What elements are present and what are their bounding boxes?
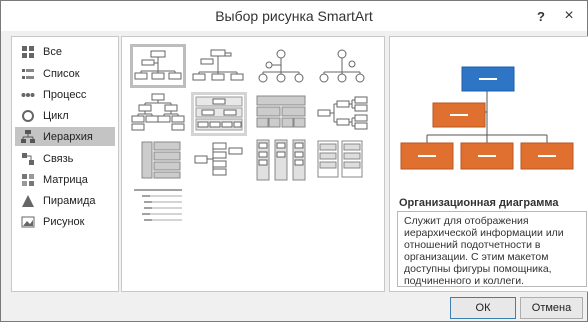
layout-thumbnail-labeled-horizontal[interactable] — [130, 138, 186, 182]
all-icon — [21, 45, 35, 59]
layout-thumbnail-org-chart[interactable] — [130, 44, 186, 88]
matrix-icon — [21, 173, 35, 187]
picture-icon — [21, 215, 35, 229]
category-relationship[interactable]: Связь — [15, 149, 115, 168]
layout-thumbnail-horizontal-org[interactable] — [191, 138, 247, 182]
category-label: Матрица — [43, 173, 88, 186]
category-cycle[interactable]: Цикл — [15, 106, 115, 125]
layout-thumbnail-labeled-hierarchy[interactable] — [191, 92, 247, 136]
category-hierarchy[interactable]: Иерархия — [15, 127, 115, 146]
layout-gallery — [121, 36, 385, 292]
category-label: Все — [43, 45, 62, 58]
preview-diagram — [400, 66, 574, 170]
preview-description: Служит для отображения иерархической инф… — [397, 211, 587, 287]
layout-thumbnail-hierarchy[interactable] — [130, 92, 186, 136]
category-label: Связь — [43, 152, 74, 165]
category-pyramid[interactable]: Пирамида — [15, 191, 115, 210]
category-label: Пирамида — [43, 194, 96, 207]
process-icon — [21, 88, 35, 102]
category-matrix[interactable]: Матрица — [15, 170, 115, 189]
category-picture[interactable]: Рисунок — [15, 212, 115, 231]
ok-button[interactable]: ОК — [450, 297, 516, 319]
dialog-content: Все Список Процесс Цикл Иерархия Связь М… — [7, 33, 588, 292]
category-list: Все Список Процесс Цикл Иерархия Связь М… — [11, 36, 119, 292]
preview-title: Организационная диаграмма — [399, 197, 559, 209]
help-button[interactable]: ? — [531, 6, 551, 26]
category-label: Иерархия — [43, 130, 93, 143]
layout-thumbnail-table-hierarchy[interactable] — [253, 92, 309, 136]
category-label: Список — [43, 67, 80, 80]
layout-thumbnail-name-title-org[interactable] — [191, 44, 247, 88]
category-label: Цикл — [43, 109, 69, 122]
layout-thumbnail-picture-org[interactable] — [314, 44, 370, 88]
cycle-icon — [21, 109, 35, 123]
preview-panel: Организационная диаграмма Служит для ото… — [389, 36, 588, 292]
dialog-title: Выбор рисунка SmartArt — [215, 8, 373, 24]
title-bar: Выбор рисунка SmartArt ? × — [1, 1, 587, 31]
dialog-footer: ОК Отмена — [1, 294, 587, 322]
pyramid-icon — [21, 194, 35, 208]
category-label: Процесс — [43, 88, 87, 101]
smartart-dialog: Выбор рисунка SmartArt ? × Все Список Пр… — [0, 0, 588, 322]
relationship-icon — [21, 152, 35, 166]
layout-thumbnail-horizontal-hierarchy[interactable] — [314, 92, 370, 136]
hierarchy-icon — [21, 129, 35, 144]
cancel-button[interactable]: Отмена — [520, 297, 583, 319]
list-icon — [21, 67, 35, 81]
category-all[interactable]: Все — [15, 42, 115, 61]
close-button[interactable]: × — [559, 6, 579, 26]
layout-thumbnail-text-hierarchy[interactable] — [130, 184, 186, 228]
layout-thumbnail-lined-list[interactable] — [314, 138, 370, 182]
category-list-item[interactable]: Список — [15, 64, 115, 83]
layout-thumbnail-circle-org[interactable] — [253, 44, 309, 88]
category-label: Рисунок — [43, 215, 85, 228]
category-process[interactable]: Процесс — [15, 85, 115, 104]
layout-thumbnail-hierarchy-list[interactable] — [253, 138, 309, 182]
